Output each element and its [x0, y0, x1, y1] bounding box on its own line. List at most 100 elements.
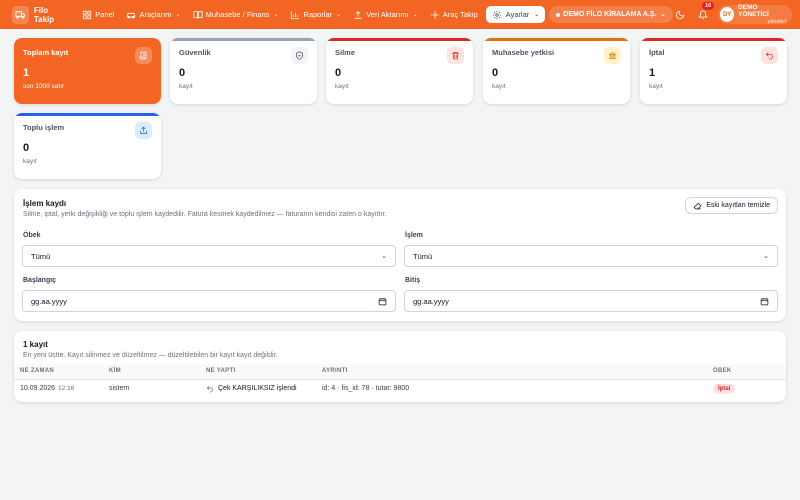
results-count: 1 kayıt: [23, 340, 48, 349]
nav-panel[interactable]: Panel: [76, 0, 120, 29]
chevron-down-icon: ⌄: [412, 12, 418, 18]
nav-label: Veri Aktarımı: [366, 10, 409, 19]
top-navbar: Filo Takip Panel Araçlarım ⌄ Muhasebe / F…: [0, 0, 800, 29]
column-header: AYRINTI: [316, 364, 707, 380]
stat-label: İptal: [649, 48, 665, 57]
column-header: KİM: [103, 364, 200, 380]
stat-card-cancel: İptal 1 kayıt: [640, 38, 787, 104]
user-menu[interactable]: DY DEMO YÖNETİCİ yönetici: [718, 4, 792, 25]
share-icon: [135, 122, 152, 139]
car-icon: [127, 12, 136, 18]
start-date-label: Başlangıç: [23, 277, 57, 284]
results-description: En yeni üstte. Kayıt silinmez ve düzelti…: [23, 352, 278, 359]
gear-icon: [492, 10, 501, 19]
stat-value: 1: [649, 67, 656, 79]
user-info: DEMO YÖNETİCİ yönetici: [738, 4, 786, 24]
calendar-icon: [378, 297, 387, 305]
brand[interactable]: Filo Takip: [12, 5, 68, 24]
trash-icon: [447, 47, 464, 64]
table-row[interactable]: 10.09.2026 12:16 sistem Çek KARŞILIKSIZ i…: [14, 379, 786, 398]
undo-icon: [761, 47, 778, 64]
detail-cell: id: 4 · fis_id: 78 · tutar: 9800: [322, 385, 410, 393]
group-cell: İptal: [707, 379, 786, 398]
stat-card-security: Güvenlik 0 kayıt: [170, 38, 317, 104]
nav-arac-takip[interactable]: Araç Takip: [424, 0, 484, 29]
stat-accent-bar: [326, 38, 473, 41]
end-date-label: Bitiş: [405, 277, 421, 284]
stat-label: Toplam kayıt: [23, 48, 69, 57]
calendar-icon: [760, 297, 769, 305]
chevron-down-icon: ⌄: [660, 12, 666, 18]
status-dot-icon: [556, 12, 561, 17]
clear-button-label: Eski kayıtları temizle: [706, 202, 770, 209]
avatar: DY: [720, 7, 735, 22]
nav-araclarim[interactable]: Araçlarım ⌄: [120, 0, 186, 29]
row-action: Çek KARŞILIKSIZ işlendi: [218, 385, 297, 393]
nav-label: Panel: [95, 10, 115, 19]
row-date: 10.09.2026: [20, 385, 56, 393]
group-label: Öbek: [23, 232, 41, 239]
clear-old-records-button[interactable]: Eski kayıtları temizle: [685, 197, 778, 214]
stat-card-accounting: Muhasebe yetkisi 0 kayıt: [483, 38, 630, 104]
notification-badge: 16: [702, 1, 715, 10]
action-label: İşlem: [405, 232, 423, 239]
date-cell: 10.09.2026 12:16: [14, 379, 103, 398]
stat-sub: kayıt: [179, 83, 193, 90]
nav-veri-aktarimi[interactable]: Veri Aktarımı ⌄: [347, 0, 424, 29]
undo-icon: [206, 385, 213, 393]
bank-icon: [604, 47, 621, 64]
stat-card-bulk: Toplu işlem 0 kayıt: [14, 113, 161, 179]
shield-icon: [291, 47, 308, 64]
stat-label: Toplu işlem: [23, 123, 65, 132]
brand-name: Filo Takip: [33, 5, 55, 24]
settings-button[interactable]: Ayarlar ⌄: [485, 6, 546, 23]
column-header: ÖBEK: [707, 364, 786, 380]
chevron-down-icon: ⌄: [534, 12, 540, 18]
chevron-down-icon: ⌄: [273, 12, 279, 18]
stat-sub: kayıt: [23, 158, 37, 165]
group-select-value: Tümü: [31, 251, 51, 261]
user-role: yönetici: [767, 18, 786, 25]
start-date-input[interactable]: gg.aa.yyyy: [22, 290, 396, 312]
end-date-placeholder: gg.aa.yyyy: [413, 296, 449, 306]
stat-value: 0: [335, 67, 342, 79]
theme-toggle-button[interactable]: [673, 7, 688, 23]
nav-muhasebe[interactable]: Muhasebe / Finans ⌄: [187, 0, 285, 29]
stat-sub: kayıt: [492, 83, 506, 90]
group-select[interactable]: Tümü ⌄: [22, 245, 396, 267]
notifications-button[interactable]: 16: [695, 1, 715, 23]
stat-accent-bar: [170, 38, 317, 41]
stat-accent-bar: [483, 38, 630, 41]
column-header: NE ZAMAN: [14, 364, 103, 380]
action-cell: Çek KARŞILIKSIZ işlendi: [200, 379, 316, 398]
nav-raporlar[interactable]: Raporlar ⌄: [284, 0, 347, 29]
end-date-input[interactable]: gg.aa.yyyy: [404, 290, 778, 312]
location-icon: [430, 10, 439, 19]
panel-title: İşlem kaydı: [23, 199, 67, 208]
action-content: Çek KARŞILIKSIZ işlendi: [206, 385, 310, 393]
status-badge: İptal: [713, 384, 736, 395]
filter-panel: İşlem kaydı Silme, iptal, yetki değişikl…: [14, 189, 786, 321]
company-selector[interactable]: DEMO FİLO KİRALAMA A.Ş. ⌄: [549, 6, 673, 23]
bell-icon: [697, 9, 708, 19]
stat-label: Silme: [335, 48, 356, 57]
chevron-down-icon: ⌄: [381, 253, 387, 260]
start-date-placeholder: gg.aa.yyyy: [31, 296, 67, 306]
stat-value: 0: [23, 142, 30, 154]
table-header-row: NE ZAMAN KİM NE YAPTI AYRINTI ÖBEK: [14, 364, 786, 380]
chevron-down-icon: ⌄: [175, 12, 181, 18]
column-header: NE YAPTI: [200, 364, 316, 380]
panel-description: Silme, iptal, yetki değişikliği ve toplu…: [23, 211, 387, 218]
scroll-icon: [135, 47, 152, 64]
row-time: 12:16: [58, 385, 75, 393]
chevron-down-icon: ⌄: [336, 12, 342, 18]
action-select-value: Tümü: [413, 251, 433, 261]
stat-sub: son 1000 satır: [23, 83, 65, 90]
stat-card-delete: Silme 0 kayıt: [326, 38, 473, 104]
action-select[interactable]: Tümü ⌄: [404, 245, 778, 267]
stat-value: 0: [492, 67, 499, 79]
stat-accent-bar: [14, 113, 161, 116]
chevron-down-icon: ⌄: [763, 253, 769, 260]
results-panel: 1 kayıt En yeni üstte. Kayıt silinmez ve…: [14, 331, 786, 402]
audit-table: NE ZAMAN KİM NE YAPTI AYRINTI ÖBEK 10.09…: [14, 364, 786, 398]
